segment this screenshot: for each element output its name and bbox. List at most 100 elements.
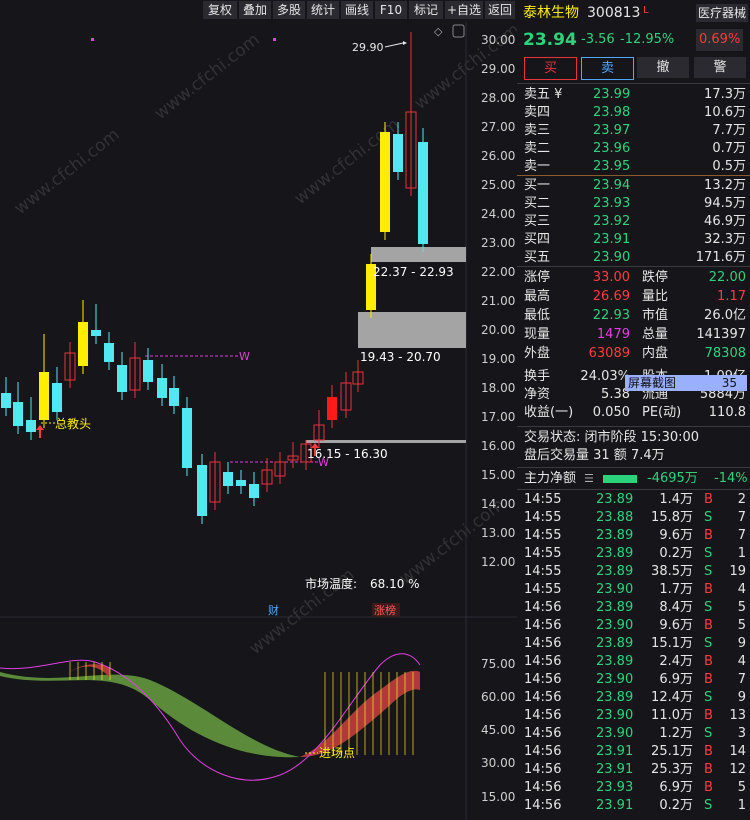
- candle: [327, 397, 337, 420]
- tick-volume: 38.5万: [651, 564, 693, 579]
- tick-price: 23.89: [596, 528, 634, 543]
- ask-label: 卖三: [524, 123, 551, 138]
- tick-direction: S: [704, 798, 713, 813]
- tick-time: 14:55: [524, 528, 562, 543]
- indicator-tick: 75.00: [481, 657, 515, 671]
- price-tick: 12.00: [481, 555, 515, 569]
- bid-label: 买五: [524, 250, 551, 265]
- bid-row: 买四 23.91 32.3万: [517, 231, 750, 249]
- stat-value: 141397: [696, 327, 746, 342]
- price-tick: 30.00: [481, 33, 515, 47]
- tick-volume: 9.6万: [659, 618, 693, 633]
- candle: [197, 465, 207, 516]
- price-tick: 17.00: [481, 410, 515, 424]
- tick-count: 7: [737, 510, 746, 525]
- sell-button[interactable]: 卖: [581, 57, 634, 80]
- stat-label: 最低: [524, 308, 551, 323]
- tick-count: 19: [729, 564, 746, 579]
- indicator-tick: 30.00: [481, 756, 515, 770]
- stat-value: 33.00: [592, 270, 630, 285]
- market-temp-label: 市场温度:: [305, 576, 357, 591]
- tick-direction: B: [704, 654, 713, 669]
- stat-label: 跌停: [642, 270, 669, 285]
- tick-price: 23.88: [596, 510, 634, 525]
- stat-value: 26.69: [592, 289, 630, 304]
- tick-count: 12: [729, 762, 746, 777]
- stat-value: 110.8: [708, 405, 746, 420]
- candle: [223, 472, 233, 486]
- alert-button[interactable]: 警: [694, 57, 746, 78]
- tick-direction: B: [704, 582, 713, 597]
- tick-direction: B: [704, 744, 713, 759]
- tick-count: 3: [737, 726, 746, 741]
- sector-change-pct: 0.69%: [696, 29, 744, 51]
- price-tick: 14.00: [481, 497, 515, 511]
- tick-count: 1: [737, 546, 746, 561]
- finance-marker[interactable]: 财: [268, 603, 279, 617]
- candle: [78, 322, 88, 366]
- candle: [52, 383, 62, 412]
- price-tick: 25.00: [481, 178, 515, 192]
- list-icon[interactable]: ☰: [584, 470, 594, 488]
- tick-direction: B: [704, 492, 713, 507]
- tick-direction: S: [704, 564, 713, 579]
- tick-volume: 15.1万: [651, 636, 693, 651]
- ask-row: 卖二 23.96 0.7万: [517, 140, 750, 158]
- price-axis: 30.00 29.00 28.00 27.00 26.00 25.00 24.00 23.00…: [481, 33, 515, 569]
- tick-price: 23.91: [596, 744, 634, 759]
- tick-direction: B: [704, 780, 713, 795]
- stat-value: 22.00: [708, 270, 746, 285]
- candle: [1, 393, 11, 408]
- tick-time: 14:56: [524, 672, 562, 687]
- tick-time: 14:56: [524, 690, 562, 705]
- tick-row: 14:55 23.89 38.5万 S 19: [517, 563, 750, 581]
- tick-row: 14:56 23.91 25.1万 B 14: [517, 743, 750, 761]
- candle: [182, 408, 192, 468]
- tick-price: 23.89: [596, 564, 634, 579]
- watermark: www.cfchi.com: [151, 30, 264, 124]
- candle: [117, 365, 127, 392]
- tick-row: 14:56 23.90 9.6万 B 5: [517, 617, 750, 635]
- tick-price: 23.90: [596, 708, 634, 723]
- tick-time: 14:55: [524, 582, 562, 597]
- bid-row: 买二 23.93 94.5万: [517, 195, 750, 213]
- tick-row: 14:56 23.91 25.3万 B 12: [517, 761, 750, 779]
- tick-price: 23.93: [596, 780, 634, 795]
- diamond-icon[interactable]: ◇: [434, 25, 443, 38]
- scroll-handle[interactable]: [452, 24, 465, 38]
- stat-label: 量比: [642, 289, 669, 304]
- bid-price: 23.93: [593, 196, 631, 211]
- stock-name: 泰林生物: [523, 5, 579, 21]
- cancel-button[interactable]: 撤: [637, 57, 689, 78]
- stat-label: 最高: [524, 289, 551, 304]
- stat-label: 收益(一): [524, 405, 574, 420]
- limit-up-list-marker[interactable]: 涨榜: [374, 603, 396, 617]
- tick-time: 14:56: [524, 600, 562, 615]
- ask-volume: 10.6万: [704, 105, 746, 120]
- bid-price: 23.90: [593, 250, 631, 265]
- stat-row: 最低 22.93 市值 26.0亿: [517, 307, 750, 325]
- buy-button[interactable]: 买: [524, 57, 577, 80]
- screenshot-tooltip[interactable]: 屏幕截图 35: [625, 375, 747, 391]
- tick-row: 14:56 23.90 6.9万 B 7: [517, 671, 750, 689]
- ask-volume: 7.7万: [712, 123, 746, 138]
- stock-code: 300813: [587, 5, 641, 21]
- price-tick: 24.00: [481, 207, 515, 221]
- price-tick: 20.00: [481, 323, 515, 337]
- tick-volume: 1.4万: [659, 492, 693, 507]
- kline-chart[interactable]: www.cfchi.comwww.cfchi.comwww.cfchi.comw…: [0, 0, 517, 820]
- tick-time: 14:56: [524, 636, 562, 651]
- ask-volume: 0.7万: [712, 141, 746, 156]
- bid-label: 买四: [524, 232, 551, 247]
- tick-volume: 11.0万: [651, 708, 693, 723]
- candle: [380, 132, 390, 232]
- tick-time: 14:56: [524, 744, 562, 759]
- stat-label: 净资: [524, 387, 551, 402]
- tick-row: 14:56 23.91 0.2万 S 1: [517, 797, 750, 815]
- price-tick: 16.00: [481, 439, 515, 453]
- sector-tag[interactable]: 医疗器械: [696, 4, 749, 22]
- stat-row: 涨停 33.00 跌停 22.00: [517, 269, 750, 287]
- tick-time: 14:55: [524, 546, 562, 561]
- tick-count: 4: [737, 582, 746, 597]
- buy-arrow-icon: [36, 425, 44, 438]
